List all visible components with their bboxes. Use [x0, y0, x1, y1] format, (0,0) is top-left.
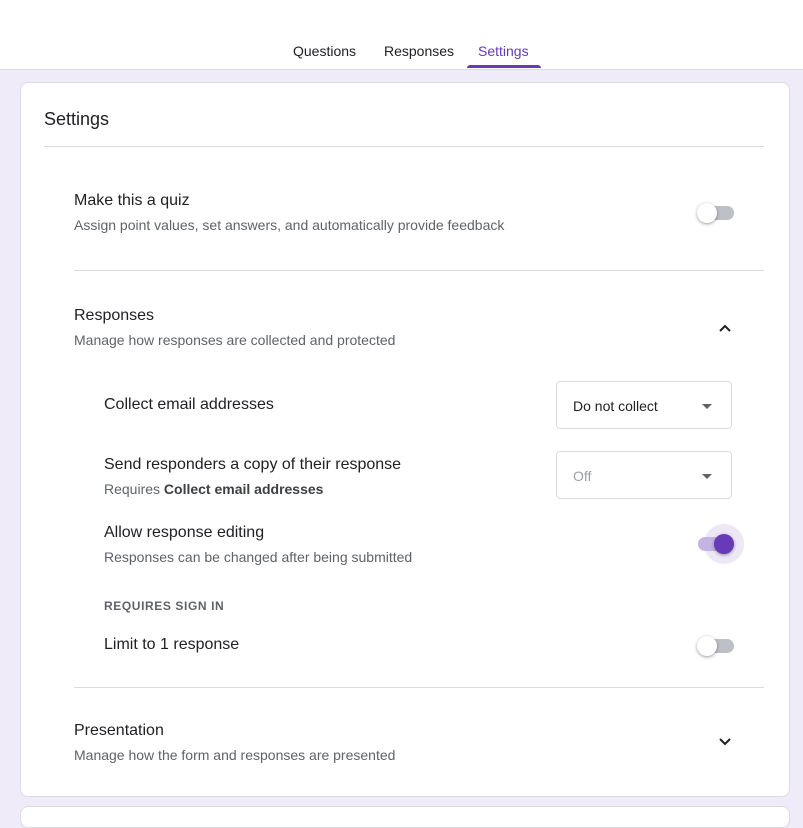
responses-section-title: Responses	[74, 307, 155, 324]
responses-section-description: Manage how responses are collected and p…	[74, 332, 396, 348]
page-title: Settings	[44, 109, 110, 129]
send-copy-value: Off	[573, 468, 592, 484]
send-copy-requirement: Collect email addresses	[163, 481, 324, 497]
requires-sign-in-heading: REQUIRES SIGN IN	[104, 599, 225, 613]
chevron-down-icon[interactable]	[715, 732, 735, 752]
send-copy-select[interactable]: Off	[556, 451, 732, 499]
allow-editing-toggle-thumb[interactable]	[714, 534, 734, 554]
presentation-section-description: Manage how the form and responses are pr…	[74, 747, 396, 763]
active-tab-indicator	[467, 65, 541, 68]
tab-responses[interactable]: Responses	[384, 43, 454, 69]
dropdown-arrow-icon	[702, 404, 712, 409]
send-copy-label: Send responders a copy of their response	[104, 456, 402, 473]
chevron-up-icon[interactable]	[715, 318, 735, 338]
quiz-description: Assign point values, set answers, and au…	[74, 217, 505, 233]
presentation-section-title: Presentation	[74, 722, 164, 739]
settings-card: Settings Make this a quiz Assign point v…	[20, 82, 790, 797]
collect-email-select[interactable]: Do not collect	[556, 381, 732, 429]
limit-one-label: Limit to 1 response	[104, 636, 240, 653]
quiz-divider	[74, 270, 764, 271]
next-card-edge	[20, 806, 790, 828]
tab-questions[interactable]: Questions	[293, 43, 356, 69]
quiz-toggle-thumb[interactable]	[697, 203, 717, 223]
send-copy-description: Requires Collect email addresses	[104, 481, 323, 497]
collect-email-value: Do not collect	[573, 398, 658, 414]
responses-divider	[74, 687, 764, 688]
allow-editing-description: Responses can be changed after being sub…	[104, 549, 413, 565]
title-divider	[44, 146, 764, 147]
collect-email-label: Collect email addresses	[104, 396, 274, 413]
dropdown-arrow-icon	[702, 474, 712, 479]
limit-one-toggle-thumb[interactable]	[697, 636, 717, 656]
allow-editing-label: Allow response editing	[104, 524, 265, 541]
top-bar: Questions Responses Settings	[0, 0, 803, 70]
send-copy-requires: Requires	[104, 481, 161, 497]
quiz-title: Make this a quiz	[74, 192, 190, 209]
